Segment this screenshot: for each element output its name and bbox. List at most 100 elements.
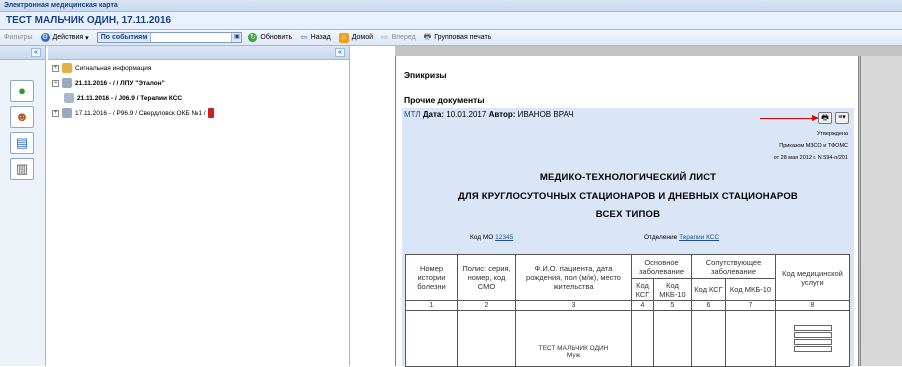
group-print-label: Групповая печать: [434, 34, 492, 41]
refresh-icon: ↻: [248, 33, 258, 42]
gear-icon: ⚙: [40, 33, 50, 42]
tree-item-label: 17.11.2016 - / P96.9 / Свердловск ОКБ №1…: [75, 109, 206, 117]
header-mkb-2: Код МКБ-10: [725, 278, 776, 301]
column-number: 2: [457, 300, 516, 311]
cell-ksg-2: [691, 310, 726, 367]
column-number: 6: [691, 300, 726, 311]
date-value: 10.01.2017: [446, 110, 487, 119]
collapse-tree-button[interactable]: «: [335, 48, 345, 57]
patient-name: ТЕСТ МАЛЬЧИК ОДИН: [538, 344, 609, 352]
document-menu-button[interactable]: ≡▾: [835, 112, 849, 124]
mo-code: Код МО 12345: [470, 234, 513, 241]
header-policy: Полис: серия, номер, код СМО: [457, 254, 516, 301]
printer-icon: 🖶: [423, 31, 432, 41]
document-icon: [64, 93, 74, 103]
collapse-left-button[interactable]: «: [31, 48, 41, 57]
mo-code-value: 12345: [495, 234, 514, 241]
approved-label: Утверждена: [816, 131, 848, 137]
actions-label: Действия: [52, 34, 84, 41]
document-meta: МТЛ Дата: 10.01.2017 Автор: ИВАНОВ ВРАЧ: [404, 110, 574, 119]
header-patient: Ф.И.О. пациента, дата рождения, пол (м/ж…: [515, 254, 632, 301]
header-mkb: Код МКБ-10: [653, 278, 692, 301]
document-margin: [351, 46, 395, 366]
column-number: 1: [405, 300, 458, 311]
document-title-line-2: ДЛЯ КРУГЛОСУТОЧНЫХ СТАЦИОНАРОВ И ДНЕВНЫХ…: [458, 191, 798, 202]
order-date-label: от 28 мая 2012 г. N 594-п/201: [773, 155, 848, 161]
icon-sidebar: ● ☻ ▤ ▥: [0, 60, 46, 366]
author-value: ИВАНОВ ВРАЧ: [517, 110, 574, 119]
icon-panel-header: «: [0, 46, 46, 60]
order-label: Приказом МЗСО и ТФОМС: [779, 143, 848, 149]
forward-label: Вперед: [391, 34, 416, 41]
monitor-icon[interactable]: ▤: [10, 132, 34, 154]
tree-item-label: 21.11.2016 - / J06.9 / Терапии КСС: [77, 94, 183, 102]
department-label: Отделение: [644, 234, 678, 241]
person-icon[interactable]: ●: [10, 80, 34, 102]
section-other-documents: Прочие документы: [404, 95, 485, 105]
annotation-arrow: [760, 118, 815, 119]
cell-mkb: [653, 310, 692, 367]
expand-icon[interactable]: +: [52, 109, 59, 117]
home-icon: ⌂: [338, 32, 349, 43]
hospital-icon: [62, 78, 72, 88]
tree-item-visit-1-diagnosis[interactable]: 21.11.2016 - / J06.9 / Терапии КСС: [64, 93, 182, 103]
expand-icon[interactable]: +: [52, 64, 59, 72]
tree-item-visit-2[interactable]: + 17.11.2016 - / P96.9 / Свердловск ОКБ …: [52, 108, 214, 118]
cell-patient: ТЕСТ МАЛЬЧИК ОДИН Муж: [515, 310, 632, 367]
cell-ksg: [631, 310, 654, 367]
book-icon[interactable]: ▥: [10, 158, 34, 180]
patient-sex: Муж: [566, 351, 581, 359]
actions-button[interactable]: ⚙ Действия ▾: [40, 33, 89, 42]
header-history-no: Номер истории болезни: [405, 254, 458, 301]
filters-button[interactable]: Фильтры: [4, 34, 33, 41]
date-label: Дата:: [422, 110, 445, 119]
tree-item-signal[interactable]: + Сигнальная информация: [52, 63, 151, 73]
print-document-button[interactable]: 🖶: [818, 112, 832, 124]
folder-icon: [62, 63, 72, 73]
header-ksg-2: Код КСГ: [691, 278, 726, 301]
toolbar: Фильтры ⚙ Действия ▾ По событиям ▣ ↻ Обн…: [0, 30, 902, 46]
events-filter-select[interactable]: По событиям ▣: [96, 32, 243, 43]
back-button[interactable]: ⇦ Назад: [300, 32, 331, 43]
arrow-right-icon: ⇨: [381, 32, 389, 42]
tree-item-visit-1[interactable]: − 21.11.2016 - / / ЛПУ "Эталон": [52, 78, 165, 88]
tree-item-label: 21.11.2016 - / / ЛПУ "Эталон": [75, 79, 165, 87]
filters-label: Фильтры: [4, 34, 33, 41]
refresh-label: Обновить: [260, 34, 293, 41]
back-label: Назад: [310, 34, 331, 41]
document-title-line-3: ВСЕХ ТИПОВ: [595, 209, 661, 220]
service-code-box: [793, 332, 832, 338]
service-code-box: [793, 339, 832, 345]
header-main-disease: Основное заболевание: [631, 254, 692, 279]
column-number: 3: [515, 300, 632, 311]
department: Отделение Терапии КСС: [644, 234, 719, 241]
tree-item-label: Сигнальная информация: [75, 64, 152, 72]
column-number: 8: [775, 300, 850, 311]
mtl-table: Номер истории болезни Полис: серия, номе…: [405, 254, 850, 367]
refresh-button[interactable]: ↻ Обновить: [248, 33, 292, 42]
header-concomitant: Сопутствующее заболевание: [691, 254, 776, 279]
forward-button[interactable]: ⇨ Вперед: [381, 32, 416, 43]
trigger-icon[interactable]: ▣: [231, 33, 242, 42]
cell-service-codes: [775, 310, 850, 367]
group-print-button[interactable]: 🖶 Групповая печать: [424, 31, 492, 45]
patient-header: ТЕСТ МАЛЬЧИК ОДИН, 17.11.2016: [0, 12, 902, 30]
viewer-scroll-area[interactable]: [860, 56, 902, 366]
arrow-left-icon: ⇦: [300, 32, 308, 42]
home-label: Домой: [351, 34, 374, 41]
author-label: Автор:: [488, 110, 516, 119]
events-filter-input[interactable]: [151, 33, 231, 42]
home-button[interactable]: ⌂ Домой: [338, 32, 374, 43]
service-code-box: [793, 346, 832, 352]
column-number: 5: [653, 300, 692, 311]
doctors-icon[interactable]: ☻: [10, 106, 34, 128]
cell-mkb-2: [725, 310, 776, 367]
section-epicrises: Эпикризы: [404, 70, 447, 80]
collapse-icon[interactable]: −: [52, 79, 59, 87]
department-value: Терапии КСС: [679, 234, 720, 241]
doc-type[interactable]: МТЛ: [404, 110, 421, 119]
events-filter-label: По событиям: [97, 33, 152, 42]
mo-code-label: Код МО: [470, 234, 494, 241]
header-service-code: Код медицинской услуги: [775, 254, 850, 301]
table-row: ТЕСТ МАЛЬЧИК ОДИН Муж: [405, 310, 850, 367]
